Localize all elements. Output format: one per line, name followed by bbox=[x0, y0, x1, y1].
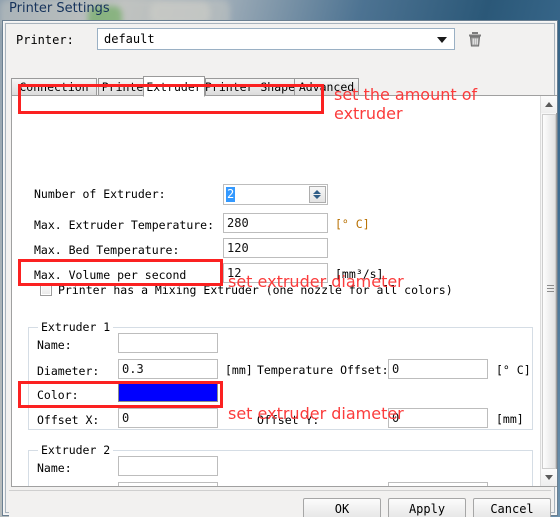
number-of-extruder-spinner[interactable]: 2 bbox=[223, 184, 328, 205]
dialog-content: Printer: default Connection Printer Extr… bbox=[5, 23, 557, 517]
caret-up-icon bbox=[545, 102, 553, 107]
scroll-up-button[interactable] bbox=[541, 96, 557, 113]
extruder-1-offset-x-input[interactable]: 0 bbox=[118, 408, 218, 428]
extruder-2-name-input[interactable] bbox=[118, 456, 218, 476]
mixing-extruder-checkbox[interactable] bbox=[40, 284, 52, 296]
extruder-1-title: Extruder 1 bbox=[38, 320, 114, 334]
dialog-footer: OK Apply Cancel bbox=[9, 490, 551, 517]
tab-extruder[interactable]: Extruder bbox=[143, 76, 205, 97]
tab-advanced[interactable]: Advanced bbox=[294, 78, 359, 96]
desktop-background: Printer Settings Printer: default Connec… bbox=[0, 0, 560, 517]
mixing-extruder-label: Printer has a Mixing Extruder (one nozzl… bbox=[58, 283, 453, 297]
number-of-extruder-value: 2 bbox=[226, 187, 236, 202]
extruder-2-group: Extruder 2 Name: Diameter: 0.3 [mm] Temp… bbox=[28, 443, 533, 486]
scroll-down-button[interactable] bbox=[541, 469, 557, 486]
max-extruder-temperature-unit: [° C] bbox=[335, 217, 370, 231]
printer-label: Printer: bbox=[16, 33, 74, 47]
caret-down-icon bbox=[545, 475, 553, 480]
extruder-1-temp-offset-unit: [° C] bbox=[496, 363, 531, 377]
chevron-down-icon bbox=[437, 37, 447, 43]
tab-printer-shape[interactable]: Printer Shape bbox=[205, 78, 295, 96]
printer-settings-dialog: Printer: default Connection Printer Extr… bbox=[2, 20, 558, 517]
extruder-2-name-label: Name: bbox=[37, 461, 72, 475]
window-title: Printer Settings bbox=[9, 1, 110, 16]
cancel-button[interactable]: Cancel bbox=[473, 498, 551, 517]
max-volume-per-second-unit: [mm³/s] bbox=[335, 267, 384, 281]
extruder-2-temp-offset-input[interactable]: 0 bbox=[388, 482, 488, 486]
extruder-1-temp-offset-input[interactable]: 0 bbox=[388, 359, 488, 379]
extruder-settings-panel: Number of Extruder: 2 Max. Extruder Temp… bbox=[11, 95, 557, 487]
extruder-2-diameter-input[interactable]: 0.3 bbox=[118, 482, 218, 486]
scrollbar-grip-icon bbox=[547, 285, 554, 292]
number-of-extruder-label: Number of Extruder: bbox=[34, 187, 166, 201]
tab-connection[interactable]: Connection bbox=[11, 78, 97, 96]
extruder-settings-content: Number of Extruder: 2 Max. Extruder Temp… bbox=[12, 96, 540, 486]
trash-icon[interactable] bbox=[465, 29, 485, 49]
extruder-1-diameter-unit: [mm] bbox=[225, 363, 253, 377]
extruder-1-temp-offset-label: Temperature Offset: bbox=[257, 363, 389, 377]
extruder-1-diameter-label: Diameter: bbox=[37, 364, 100, 378]
extruder-1-color-label: Color: bbox=[37, 388, 79, 402]
extruder-1-diameter-input[interactable]: 0.3 bbox=[118, 359, 218, 379]
extruder-1-offset-y-input[interactable]: 0 bbox=[388, 408, 488, 428]
extruder-1-offset-y-label: Offset Y: bbox=[257, 413, 320, 427]
max-bed-temperature-input[interactable]: 120 bbox=[223, 238, 328, 258]
extruder-1-offset-y-unit: [mm] bbox=[496, 412, 524, 426]
ok-button[interactable]: OK bbox=[303, 498, 381, 517]
max-extruder-temperature-input[interactable]: 280 bbox=[223, 213, 328, 233]
vertical-scrollbar[interactable] bbox=[540, 96, 557, 486]
spinner-down-icon[interactable] bbox=[313, 195, 321, 199]
scrollbar-thumb[interactable] bbox=[542, 114, 556, 469]
extruder-1-name-input[interactable] bbox=[118, 333, 218, 353]
apply-button[interactable]: Apply bbox=[388, 498, 466, 517]
printer-combobox-value: default bbox=[104, 32, 155, 46]
printer-selector-row: Printer: default bbox=[6, 24, 554, 56]
extruder-1-name-label: Name: bbox=[37, 338, 72, 352]
extruder-1-group: Extruder 1 Name: Diameter: 0.3 [mm] Temp… bbox=[28, 320, 533, 430]
max-volume-per-second-label: Max. Volume per second bbox=[34, 268, 187, 282]
extruder-1-offset-x-label: Offset X: bbox=[37, 413, 100, 427]
max-bed-temperature-label: Max. Bed Temperature: bbox=[34, 243, 180, 257]
printer-combobox[interactable]: default bbox=[97, 28, 455, 50]
max-extruder-temperature-label: Max. Extruder Temperature: bbox=[34, 218, 215, 232]
spinner-up-icon[interactable] bbox=[313, 190, 321, 194]
extruder-2-title: Extruder 2 bbox=[38, 443, 114, 457]
extruder-1-color-swatch[interactable] bbox=[118, 383, 218, 402]
spinner-buttons[interactable] bbox=[309, 186, 326, 203]
max-volume-per-second-input[interactable]: 12 bbox=[223, 263, 328, 283]
